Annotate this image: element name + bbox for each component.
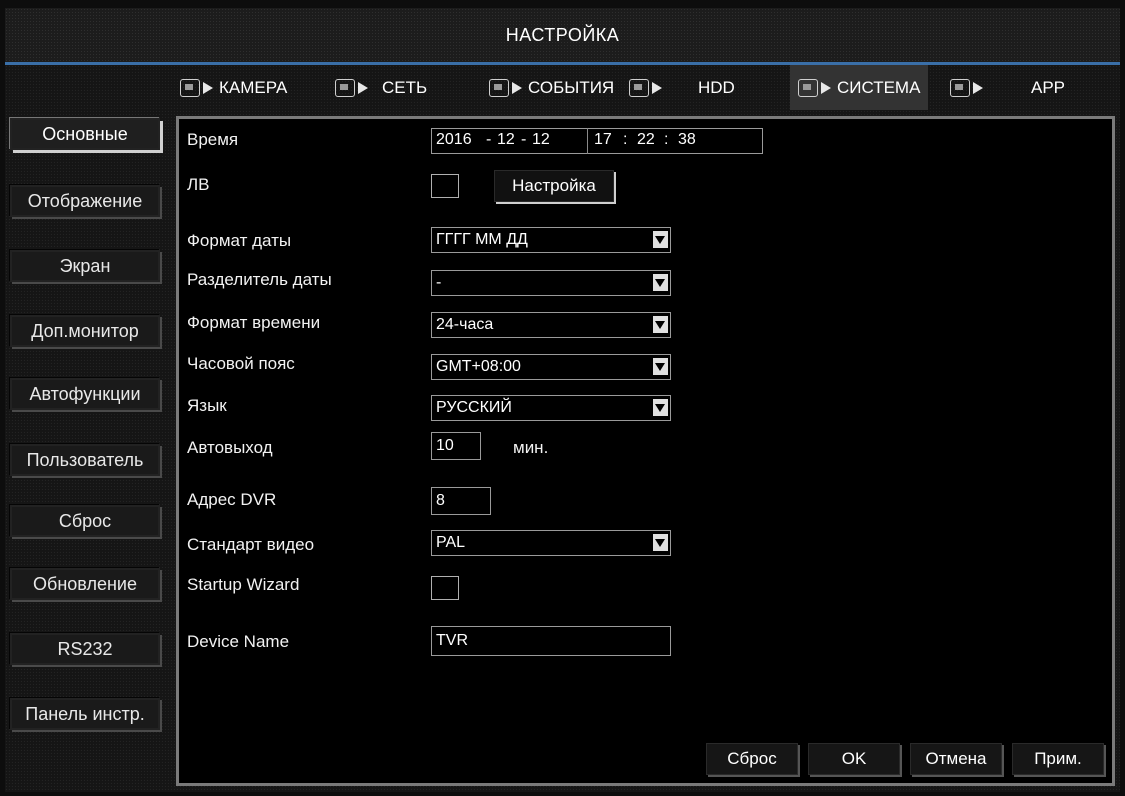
- reset-button[interactable]: Сброс: [706, 743, 798, 775]
- alarm-icon: [489, 78, 509, 97]
- dropdown-arrow-icon[interactable]: [653, 399, 668, 416]
- sidebar-item-user[interactable]: Пользователь: [10, 444, 160, 476]
- tab-camera[interactable]: КАМЕРА: [180, 65, 287, 110]
- date-format-label: Формат даты: [187, 231, 292, 250]
- arrow-icon: [203, 81, 213, 94]
- sidebar-item-aux-monitor[interactable]: Доп.монитор: [10, 315, 160, 347]
- timezone-value: GMT+08:00: [436, 358, 521, 375]
- time-format-select[interactable]: 24-часа: [431, 312, 671, 338]
- time-separator: :: [664, 131, 669, 148]
- language-value: РУССКИЙ: [436, 399, 512, 416]
- time-separator: :: [623, 131, 628, 148]
- dst-label: ЛВ: [187, 175, 210, 194]
- time-format-value: 24-часа: [436, 316, 494, 333]
- timezone-select[interactable]: GMT+08:00: [431, 354, 671, 380]
- dst-setup-button[interactable]: Настройка: [494, 170, 614, 202]
- dst-checkbox[interactable]: [431, 174, 459, 198]
- device-name-label: Device Name: [187, 632, 290, 651]
- apply-button[interactable]: Прим.: [1012, 743, 1104, 775]
- sidebar-item-toolbar[interactable]: Панель инстр.: [10, 698, 160, 730]
- dvr-address-label: Адрес DVR: [187, 490, 277, 509]
- tab-hdd[interactable]: HDD: [629, 65, 735, 110]
- network-icon: [335, 78, 355, 97]
- device-name-input[interactable]: TVR: [431, 626, 671, 656]
- sidebar-item-screen[interactable]: Экран: [10, 250, 160, 282]
- cancel-button[interactable]: Отмена: [910, 743, 1002, 775]
- hdd-icon: [629, 78, 649, 97]
- settings-panel: [176, 116, 1115, 786]
- video-standard-value: PAL: [436, 534, 466, 551]
- arrow-icon: [652, 81, 662, 94]
- sidebar-item-display[interactable]: Отображение: [10, 185, 160, 217]
- tab-label: APP: [1031, 77, 1066, 97]
- time-minute[interactable]: 22: [637, 131, 655, 149]
- system-icon: [798, 78, 818, 97]
- date-year[interactable]: 2016: [436, 131, 472, 149]
- app-icon: [950, 78, 970, 97]
- time-format-label: Формат времени: [187, 313, 321, 332]
- time-label: Время: [187, 130, 239, 149]
- tab-network[interactable]: СЕТЬ: [335, 65, 427, 110]
- language-select[interactable]: РУССКИЙ: [431, 395, 671, 421]
- date-separator-select[interactable]: -: [431, 270, 671, 296]
- tab-label: СИСТЕМА: [837, 77, 921, 97]
- tab-bar: КАМЕРА СЕТЬ СОБЫТИЯ HDD СИСТЕМА APP: [5, 65, 1120, 110]
- language-label: Язык: [187, 396, 227, 415]
- startup-wizard-label: Startup Wizard: [187, 575, 300, 594]
- autologout-label: Автовыход: [187, 438, 273, 457]
- video-standard-label: Стандарт видео: [187, 535, 315, 554]
- date-separator: -: [486, 131, 492, 148]
- video-standard-select[interactable]: PAL: [431, 530, 671, 556]
- date-month[interactable]: 12: [497, 131, 515, 149]
- tab-label: СОБЫТИЯ: [528, 77, 615, 97]
- autologout-input[interactable]: 10: [431, 432, 481, 460]
- sidebar-item-basic[interactable]: Основные: [10, 118, 160, 150]
- sidebar-item-reset[interactable]: Сброс: [10, 505, 160, 537]
- tab-events[interactable]: СОБЫТИЯ: [489, 65, 614, 110]
- sidebar-item-upgrade[interactable]: Обновление: [10, 568, 160, 600]
- tab-app[interactable]: APP: [950, 65, 1065, 110]
- dropdown-arrow-icon[interactable]: [653, 358, 668, 375]
- date-format-value: ГГГГ ММ ДД: [436, 231, 528, 248]
- sidebar-item-rs232[interactable]: RS232: [10, 633, 160, 665]
- ok-button[interactable]: OK: [808, 743, 900, 775]
- arrow-icon: [512, 81, 522, 94]
- tab-label: КАМЕРА: [219, 77, 288, 97]
- time-second[interactable]: 38: [678, 131, 696, 149]
- date-separator-value: -: [436, 274, 442, 291]
- tab-label: СЕТЬ: [382, 77, 428, 97]
- arrow-icon: [821, 81, 831, 94]
- datetime-divider: [587, 128, 588, 154]
- date-separator-label: Разделитель даты: [187, 270, 332, 289]
- date-separator: -: [521, 131, 527, 148]
- startup-wizard-checkbox[interactable]: [431, 576, 459, 600]
- date-format-select[interactable]: ГГГГ ММ ДД: [431, 227, 671, 253]
- dropdown-arrow-icon[interactable]: [653, 231, 668, 248]
- dropdown-arrow-icon[interactable]: [653, 534, 668, 551]
- dropdown-arrow-icon[interactable]: [653, 274, 668, 291]
- window-title: НАСТРОЙКА: [5, 8, 1120, 65]
- dvr-address-input[interactable]: 8: [431, 487, 491, 515]
- tab-system[interactable]: СИСТЕМА: [790, 65, 929, 110]
- camera-icon: [180, 78, 200, 97]
- dropdown-arrow-icon[interactable]: [653, 316, 668, 333]
- date-day[interactable]: 12: [532, 131, 550, 149]
- arrow-icon: [973, 81, 983, 94]
- timezone-label: Часовой пояс: [187, 354, 295, 373]
- arrow-icon: [358, 81, 368, 94]
- sidebar-item-auto-functions[interactable]: Автофункции: [10, 378, 160, 410]
- time-hour[interactable]: 17: [594, 131, 612, 149]
- autologout-unit: мин.: [513, 438, 549, 457]
- tab-label: HDD: [698, 77, 735, 97]
